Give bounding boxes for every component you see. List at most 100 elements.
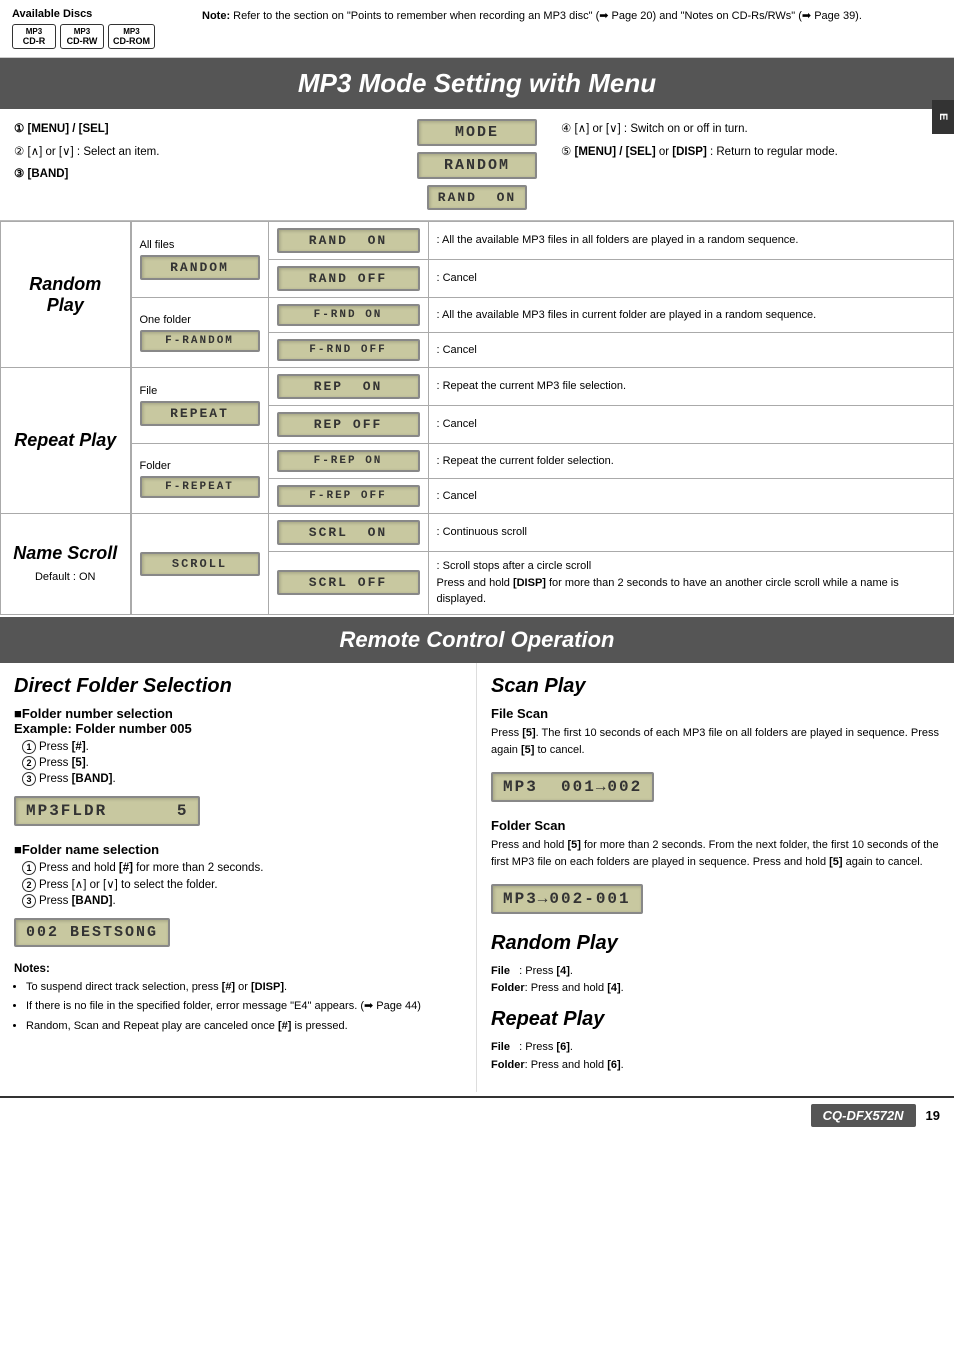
lcd-frnd-off-cell: F-RND OFF: [268, 333, 428, 368]
page-footer: CQ-DFX572N 19: [0, 1096, 954, 1133]
lcd-steps-col: MODE RANDOM RAND ON: [397, 119, 557, 210]
name-scroll-title: Name Scroll: [13, 543, 117, 563]
page-number: 19: [926, 1108, 940, 1123]
notes-list: To suspend direct track selection, press…: [14, 979, 462, 1035]
name-scroll-label: Name Scroll Default : ON: [1, 514, 131, 615]
step2: ② [∧] or [∨] : Select an item.: [14, 142, 393, 163]
desc-rand-on-all: : All the available MP3 files in all fol…: [428, 222, 954, 260]
desc-rep-off: : Cancel: [428, 406, 954, 444]
disc-cdrom: MP3 CD-ROM: [108, 24, 155, 49]
main-settings-table: Random Play All files RANDOM RAND ON : A…: [0, 221, 954, 615]
folder-num-title: ■Folder number selection Example: Folder…: [14, 706, 462, 736]
step-name-2: 2Press [∧] or [∨] to select the folder.: [22, 877, 462, 892]
notes-title: Notes:: [14, 963, 462, 975]
disc-cdr: MP3 CD-R: [12, 24, 56, 49]
desc-rand-off-all: : Cancel: [428, 260, 954, 298]
lcd-mode: MODE: [417, 119, 537, 146]
scroll-sub-label: SCROLL: [131, 514, 269, 615]
random-play-rc-text: File : Press [4]. Folder: Press and hold…: [491, 963, 940, 998]
lcd-random-all: RANDOM: [140, 255, 260, 280]
random-play-label: Random Play: [1, 222, 131, 368]
folder-scan-text: Press and hold [5] for more than 2 secon…: [491, 837, 940, 872]
repeat-play-rc-text: File : Press [6]. Folder: Press and hold…: [491, 1039, 940, 1074]
step-name-3: 3Press [BAND].: [22, 894, 462, 908]
lcd-scan-file: MP3 001→002: [491, 772, 654, 802]
step5: ⑤ [MENU] / [SEL] or [DISP] : Return to r…: [561, 142, 940, 163]
step-num-2: 2Press [5].: [22, 756, 462, 770]
notes-section: Notes: To suspend direct track selection…: [14, 963, 462, 1035]
desc-frep-on: : Repeat the current folder selection.: [428, 444, 954, 479]
note-1: To suspend direct track selection, press…: [26, 979, 462, 996]
lcd-folder-name: 002 BESTSONG: [14, 918, 170, 947]
menu-steps-left: ① [MENU] / [SEL] ② [∧] or [∨] : Select a…: [14, 119, 393, 187]
lang-tab: ENGLISH 16: [932, 100, 954, 134]
lcd-frandom: F-RANDOM: [140, 330, 260, 352]
one-folder-label: One folder F-RANDOM: [131, 298, 269, 368]
lcd-frep-off-cell: F-REP OFF: [268, 479, 428, 514]
step-name-1: 1Press and hold [#] for more than 2 seco…: [22, 861, 462, 875]
name-scroll-row-1: Name Scroll Default : ON SCROLL SCRL ON …: [1, 514, 954, 552]
lcd-rep-off-cell: REP OFF: [268, 406, 428, 444]
desc-scrl-off: : Scroll stops after a circle scroll Pre…: [428, 552, 954, 615]
disc-cdrw: MP3 CD-RW: [60, 24, 104, 49]
lcd-rand-on: RAND ON: [427, 185, 527, 210]
lcd-scrl-on-cell: SCRL ON: [268, 514, 428, 552]
lcd-scroll: SCROLL: [140, 552, 260, 576]
random-play-rc-title: Random Play: [491, 932, 940, 955]
lcd-frep-on-cell: F-REP ON: [268, 444, 428, 479]
lcd-scrl-off-cell: SCRL OFF: [268, 552, 428, 615]
desc-frep-off: : Cancel: [428, 479, 954, 514]
lcd-frepeat: F-REPEAT: [140, 476, 260, 498]
note-text: Note: Refer to the section on "Points to…: [202, 8, 942, 25]
step-num-3: 3Press [BAND].: [22, 772, 462, 786]
step3: ③ [BAND]: [14, 164, 393, 185]
lcd-scan-folder: MP3→002-001: [491, 884, 643, 914]
left-column: Direct Folder Selection ■Folder number s…: [0, 663, 477, 1093]
file-scan-title: File Scan: [491, 706, 940, 721]
note-content: Refer to the section on "Points to remem…: [230, 10, 862, 22]
desc-frnd-on: : All the available MP3 files in current…: [428, 298, 954, 333]
repeat-play-row-3: Folder F-REPEAT F-REP ON : Repeat the cu…: [1, 444, 954, 479]
lcd-rep-on-cell: REP ON: [268, 368, 428, 406]
repeat-play-rc-title: Repeat Play: [491, 1008, 940, 1031]
folder-scan-title: Folder Scan: [491, 818, 940, 833]
lcd-repeat: REPEAT: [140, 401, 260, 426]
folder-num-steps: 1Press [#]. 2Press [5]. 3Press [BAND].: [22, 740, 462, 786]
lcd-random: RANDOM: [417, 152, 537, 179]
menu-steps-section: ① [MENU] / [SEL] ② [∧] or [∨] : Select a…: [0, 109, 954, 221]
note-bold: Note:: [202, 10, 230, 22]
model-badge: CQ-DFX572N: [811, 1104, 916, 1127]
desc-scrl-on: : Continuous scroll: [428, 514, 954, 552]
desc-rep-on: : Repeat the current MP3 file selection.: [428, 368, 954, 406]
folder-name-title: ■Folder name selection: [14, 842, 462, 857]
step1: ① [MENU] / [SEL]: [14, 119, 393, 140]
repeat-play-row-1: Repeat Play File REPEAT REP ON : Repeat …: [1, 368, 954, 406]
available-discs: Available Discs MP3 CD-R MP3 CD-RW MP3 C…: [12, 8, 192, 49]
lcd-rand-off-cell: RAND OFF: [268, 260, 428, 298]
desc-frnd-off: : Cancel: [428, 333, 954, 368]
scan-play-title: Scan Play: [491, 675, 940, 698]
file-scan-text: Press [5]. The first 10 seconds of each …: [491, 725, 940, 760]
name-scroll-default: Default : ON: [35, 571, 96, 583]
available-discs-title: Available Discs: [12, 8, 192, 20]
random-play-row-1: Random Play All files RANDOM RAND ON : A…: [1, 222, 954, 260]
direct-folder-title: Direct Folder Selection: [14, 675, 462, 698]
lang-tab-num: 16: [824, 110, 842, 128]
lower-content: Direct Folder Selection ■Folder number s…: [0, 663, 954, 1093]
note-3: Random, Scan and Repeat play are cancele…: [26, 1018, 462, 1035]
right-column: Scan Play File Scan Press [5]. The first…: [477, 663, 954, 1093]
file-label: File REPEAT: [131, 368, 269, 444]
top-section: Available Discs MP3 CD-R MP3 CD-RW MP3 C…: [0, 0, 954, 58]
main-title-banner: MP3 Mode Setting with Menu: [0, 58, 954, 109]
lcd-folder-num: MP3FLDR 5: [14, 796, 200, 826]
all-files-label: All files RANDOM: [131, 222, 269, 298]
step-num-1: 1Press [#].: [22, 740, 462, 754]
folder-label: Folder F-REPEAT: [131, 444, 269, 514]
random-play-row-3: One folder F-RANDOM F-RND ON : All the a…: [1, 298, 954, 333]
remote-control-banner: Remote Control Operation: [0, 617, 954, 663]
lcd-frnd-on-cell: F-RND ON: [268, 298, 428, 333]
folder-name-steps: 1Press and hold [#] for more than 2 seco…: [22, 861, 462, 908]
lcd-rand-on-cell: RAND ON: [268, 222, 428, 260]
repeat-play-label: Repeat Play: [1, 368, 131, 514]
note-2: If there is no file in the specified fol…: [26, 998, 462, 1015]
